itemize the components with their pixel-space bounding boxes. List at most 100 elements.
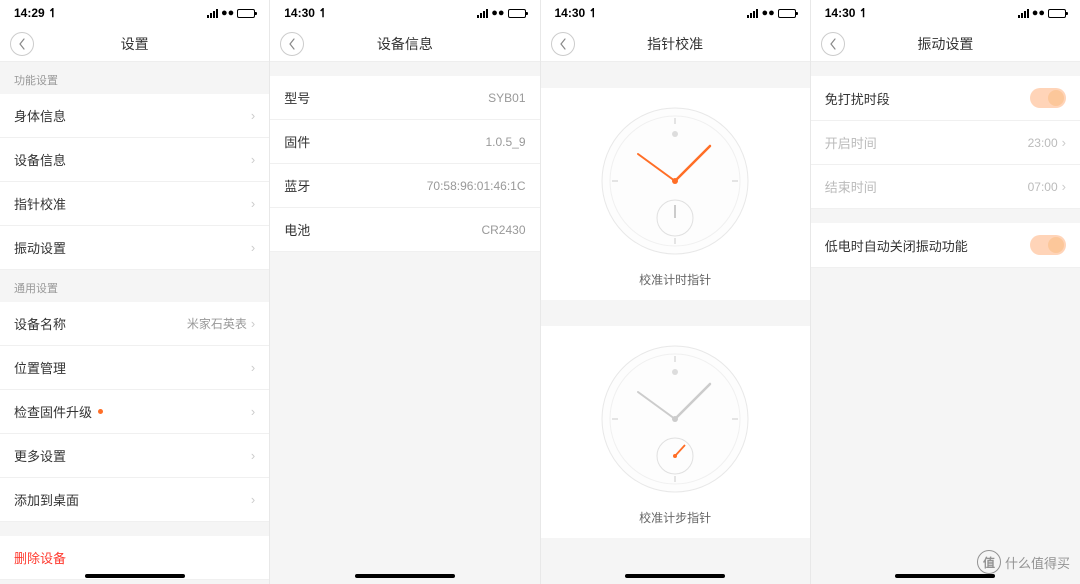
chevron-right-icon: › [251, 152, 255, 167]
location-icon: ↿ [318, 6, 328, 20]
cell-firmware: 固件 1.0.5_9 [270, 120, 539, 164]
chevron-right-icon: › [1062, 179, 1066, 194]
chevron-right-icon: › [251, 108, 255, 123]
battery-icon [778, 9, 796, 18]
screen-settings: 14:29↿ ●● 设置 功能设置 身体信息 › 设备信息 › 指针校准› 振动设置… [0, 0, 269, 584]
cell-more-settings[interactable]: 更多设置 › [0, 434, 269, 478]
clock-step-calib[interactable]: 校准计步指针 [541, 326, 810, 538]
toggle-dnd[interactable] [1030, 88, 1066, 108]
chevron-right-icon: › [251, 492, 255, 507]
wifi-icon: ●● [1032, 7, 1045, 19]
chevron-right-icon: › [251, 316, 255, 331]
signal-icon [207, 9, 218, 18]
chevron-right-icon: › [251, 196, 255, 211]
location-icon: ↿ [48, 6, 58, 20]
chevron-right-icon: › [1062, 135, 1066, 150]
cell-low-battery-vibration: 低电时自动关闭振动功能 [811, 223, 1080, 268]
time: 14:30 [284, 6, 315, 20]
location-icon: ↿ [858, 6, 868, 20]
chevron-right-icon: › [251, 240, 255, 255]
page-title: 指针校准 [647, 34, 703, 54]
chevron-right-icon: › [251, 448, 255, 463]
cell-label: 位置管理 [14, 358, 66, 377]
clock-label: 校准计时指针 [541, 271, 810, 288]
cell-firmware-check[interactable]: 检查固件升级› [0, 390, 269, 434]
home-indicator[interactable] [85, 574, 185, 578]
back-button[interactable] [10, 32, 34, 56]
battery-icon [237, 9, 255, 18]
signal-icon [477, 9, 488, 18]
cell-value: 23:00 [1028, 136, 1058, 150]
cell-location-mgmt[interactable]: 位置管理 › [0, 346, 269, 390]
signal-icon [1018, 9, 1029, 18]
cell-value: 07:00 [1028, 180, 1058, 194]
home-indicator[interactable] [895, 574, 995, 578]
clock-face-icon [600, 106, 750, 256]
cell-label: 电池 [284, 220, 310, 239]
location-icon: ↿ [588, 6, 598, 20]
cell-value: 1.0.5_9 [485, 135, 525, 149]
status-bar: 14:29↿ ●● [0, 0, 269, 26]
wifi-icon: ●● [491, 7, 504, 19]
cell-label: 振动设置 [14, 238, 66, 257]
cell-label: 免打扰时段 [825, 89, 890, 108]
clock-face-icon [600, 344, 750, 494]
cell-start-time[interactable]: 开启时间 23:00 › [811, 121, 1080, 165]
time: 14:29 [14, 6, 45, 20]
cell-label: 结束时间 [825, 177, 877, 196]
cell-add-desktop[interactable]: 添加到桌面 › [0, 478, 269, 522]
home-indicator[interactable] [625, 574, 725, 578]
section-header: 功能设置 [0, 62, 269, 94]
cell-label: 删除设备 [14, 548, 66, 567]
home-indicator[interactable] [355, 574, 455, 578]
cell-label: 型号 [284, 88, 310, 107]
cell-label: 蓝牙 [284, 176, 310, 195]
battery-icon [508, 9, 526, 18]
cell-label: 设备信息 [14, 150, 66, 169]
cell-body-info[interactable]: 身体信息 › [0, 94, 269, 138]
cell-label: 身体信息 [14, 106, 66, 125]
cell-end-time[interactable]: 结束时间 07:00 › [811, 165, 1080, 209]
watermark-icon: 值 [977, 550, 1001, 574]
cell-value: SYB01 [488, 91, 525, 105]
nav-bar: 设备信息 [270, 26, 539, 62]
cell-device-info[interactable]: 设备信息 › [0, 138, 269, 182]
cell-label: 检查固件升级 [14, 402, 92, 421]
page-title: 设置 [121, 34, 149, 54]
time: 14:30 [555, 6, 586, 20]
clock-time-calib[interactable]: 校准计时指针 [541, 88, 810, 300]
nav-bar: 指针校准 [541, 26, 810, 62]
screen-pointer-calib: 14:30↿ ●● 指针校准 校准计时指针 [541, 0, 810, 584]
cell-value: 70:58:96:01:46:1C [427, 179, 526, 193]
cell-label: 设备名称 [14, 314, 66, 333]
status-bar: 14:30↿ ●● [541, 0, 810, 26]
back-button[interactable] [551, 32, 575, 56]
cell-dnd: 免打扰时段 [811, 76, 1080, 121]
cell-device-name[interactable]: 设备名称 米家石英表 › [0, 302, 269, 346]
back-button[interactable] [280, 32, 304, 56]
cell-value: 米家石英表 [187, 315, 247, 332]
cell-model: 型号 SYB01 [270, 76, 539, 120]
cell-vibration[interactable]: 振动设置 › [0, 226, 269, 270]
back-button[interactable] [821, 32, 845, 56]
cell-battery: 电池 CR2430 [270, 208, 539, 252]
cell-label: 更多设置 [14, 446, 66, 465]
cell-label: 固件 [284, 132, 310, 151]
chevron-right-icon: › [251, 360, 255, 375]
nav-bar: 振动设置 [811, 26, 1080, 62]
page-title: 振动设置 [917, 34, 973, 54]
page-title: 设备信息 [377, 34, 433, 54]
clock-label: 校准计步指针 [541, 509, 810, 526]
time: 14:30 [825, 6, 856, 20]
section-header: 通用设置 [0, 270, 269, 302]
screen-vibration: 14:30↿ ●● 振动设置 免打扰时段 开启时间 23:00 › 结束时间 07:0… [811, 0, 1080, 584]
cell-value: CR2430 [481, 223, 525, 237]
battery-icon [1048, 9, 1066, 18]
toggle-low-battery[interactable] [1030, 235, 1066, 255]
cell-pointer-calib[interactable]: 指针校准› [0, 182, 269, 226]
cell-label: 开启时间 [825, 133, 877, 152]
watermark: 值 什么值得买 [977, 550, 1070, 574]
status-bar: 14:30↿ ●● [811, 0, 1080, 26]
cell-label: 添加到桌面 [14, 490, 79, 509]
update-dot-icon [98, 409, 103, 414]
